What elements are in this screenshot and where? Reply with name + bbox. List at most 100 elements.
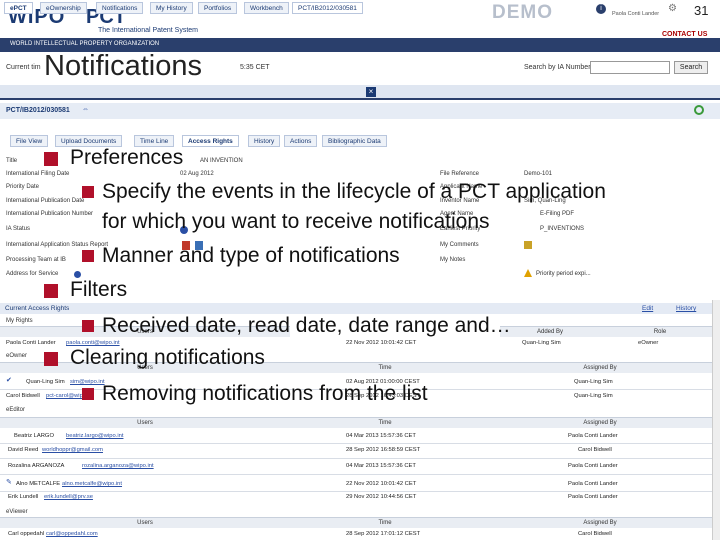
col-added-by: Added By	[500, 326, 600, 337]
comment-icon[interactable]	[524, 241, 532, 249]
user-email-link[interactable]: alno.metcalfe@wipo.int	[62, 481, 122, 487]
field-label: Processing Team at IB	[6, 257, 66, 263]
cell-assigned-by: Quan-Ling Sim	[574, 379, 613, 385]
field-label: Priority Date	[6, 184, 40, 190]
cell-assigned-by: Carol Bidwell	[578, 447, 612, 453]
cell-role: eOwner	[638, 340, 659, 346]
cell-time: 28 Sep 2012 16:58:59 CEST	[346, 447, 421, 453]
field-label: File Reference	[440, 171, 480, 177]
user-email-link[interactable]: worldhoppr@gmail.com	[42, 447, 103, 453]
user-name: Quan-Ling Sim	[26, 379, 65, 385]
user-email-link[interactable]: carl@oppedahl.com	[46, 531, 98, 537]
col-assigned-by: Assigned By	[480, 362, 720, 373]
user-name: Paola Conti Lander	[612, 11, 660, 17]
eeditor-label: eEditor	[6, 407, 26, 413]
cell-time: 04 Mar 2013 15:57:36 CET	[346, 463, 416, 469]
user-name: Erik Lundell	[8, 494, 39, 500]
bullet-square	[44, 284, 58, 298]
search-input[interactable]	[590, 61, 670, 74]
cell-time: 29 Nov 2012 10:44:56 CET	[346, 494, 417, 500]
scrollbar[interactable]	[712, 300, 720, 540]
access-rights-header: Current Access Rights	[0, 303, 720, 314]
user-email-link[interactable]: beatriz.largo@wipo.int	[66, 433, 123, 439]
col-assigned-by: Assigned By	[480, 517, 720, 528]
my-rights-label: My Rights	[6, 318, 33, 324]
application-title-bar	[0, 103, 720, 119]
cell-assigned-by: Quan-Ling Sim	[574, 393, 613, 399]
user-email-link[interactable]: erik.lundell@prv.se	[44, 494, 93, 500]
bullet-text: Received date, read date, date range and…	[102, 314, 511, 337]
user-email-link[interactable]: rozalina.arganoza@wipo.int	[82, 463, 154, 469]
eowner-label: eOwner	[6, 353, 28, 359]
address-info-icon[interactable]	[74, 271, 81, 278]
bullet-square	[44, 352, 58, 366]
subtab-bibliographic-data[interactable]: Bibliographic Data	[322, 135, 387, 147]
subtab-file-view[interactable]: File View	[10, 135, 49, 147]
tab-application[interactable]: PCT/IB2012/030581	[292, 2, 363, 14]
search-button[interactable]: Search	[674, 61, 708, 74]
subtab-history[interactable]: History	[248, 135, 281, 147]
field-value: AN INVENTION	[200, 158, 243, 164]
tab-epct[interactable]: ePCT	[4, 2, 33, 14]
contact-us-link[interactable]: CONTACT US	[662, 31, 707, 38]
history-link[interactable]: History	[676, 305, 696, 312]
current-time-label: Current tim	[6, 64, 41, 71]
user-name: Carl oppedahl	[8, 531, 45, 537]
field-label: My Comments	[440, 242, 479, 248]
gear-icon[interactable]: ⚙	[668, 3, 677, 14]
bullet-square	[82, 320, 94, 332]
col-time: Time	[290, 362, 480, 373]
field-label: Address for Service	[6, 271, 59, 277]
bullet-text: Preferences	[70, 146, 184, 169]
col-users: Users	[0, 417, 290, 428]
subtab-access-rights[interactable]: Access Rights	[182, 135, 239, 147]
cell-assigned-by: Paola Conti Lander	[568, 481, 618, 487]
col-time: Time	[290, 517, 480, 528]
tab-notifications[interactable]: Notifications	[96, 2, 144, 14]
close-tab-icon[interactable]: ×	[366, 87, 376, 97]
field-label: International Publication Number	[6, 211, 94, 217]
bullet-text: for which you want to receive notificati…	[102, 210, 490, 233]
refresh-icon[interactable]	[694, 105, 704, 115]
demo-watermark: DEMO	[492, 2, 553, 23]
slide-title: Notifications	[44, 50, 202, 82]
user-edit-icon: ✎	[6, 479, 12, 486]
field-label: International Filing Date	[6, 171, 70, 177]
tab-my-history[interactable]: My History	[150, 2, 193, 14]
field-label: IA Status	[6, 226, 31, 232]
user-email-link[interactable]: sim@wipo.int	[70, 379, 105, 385]
cell-assigned-by: Carol Bidwell	[578, 531, 612, 537]
row-divider	[0, 491, 720, 492]
bullet-square	[82, 250, 94, 262]
cell-time: 22 Nov 2012 10:01:42 CET	[346, 340, 417, 346]
link-icon[interactable]: ⇔	[82, 106, 89, 113]
field-value[interactable]: E-Filing PDF	[540, 211, 574, 217]
row-divider	[0, 443, 720, 444]
tab-workbench[interactable]: Workbench	[244, 2, 289, 14]
col-assigned-by: Assigned By	[480, 417, 720, 428]
check-icon: ✔	[6, 377, 12, 384]
bullet-text: Specify the events in the lifecycle of a…	[102, 180, 606, 203]
edit-link[interactable]: Edit	[642, 305, 653, 312]
field-label: Title	[6, 158, 18, 164]
col-time: Time	[290, 417, 480, 428]
current-time-value: 5:35 CET	[240, 64, 270, 71]
subtab-actions[interactable]: Actions	[284, 135, 318, 147]
user-name: Beatriz LARGO	[14, 433, 54, 439]
field-value: P_INVENTIONS	[540, 226, 585, 232]
bullet-square	[82, 186, 94, 198]
bullet-text: Removing notifications from the list	[102, 382, 428, 405]
main-nav	[0, 85, 720, 100]
row-divider	[0, 458, 720, 459]
col-users: Users	[0, 517, 290, 528]
field-label: International Application Status Report	[6, 242, 109, 248]
application-id: PCT/IB2012/030581	[6, 107, 70, 114]
cell-time: 22 Nov 2012 10:01:42 CET	[346, 481, 417, 487]
field-value: Priority period expi...	[536, 271, 591, 277]
pct-subtitle: The International Patent System	[98, 27, 198, 34]
cell-time: 04 Mar 2013 15:57:36 CET	[346, 433, 416, 439]
tab-eownership[interactable]: eOwnership	[40, 2, 87, 14]
field-value: 02 Aug 2012	[180, 171, 214, 177]
info-icon[interactable]: i	[596, 4, 606, 14]
tab-portfolios[interactable]: Portfolios	[198, 2, 238, 14]
